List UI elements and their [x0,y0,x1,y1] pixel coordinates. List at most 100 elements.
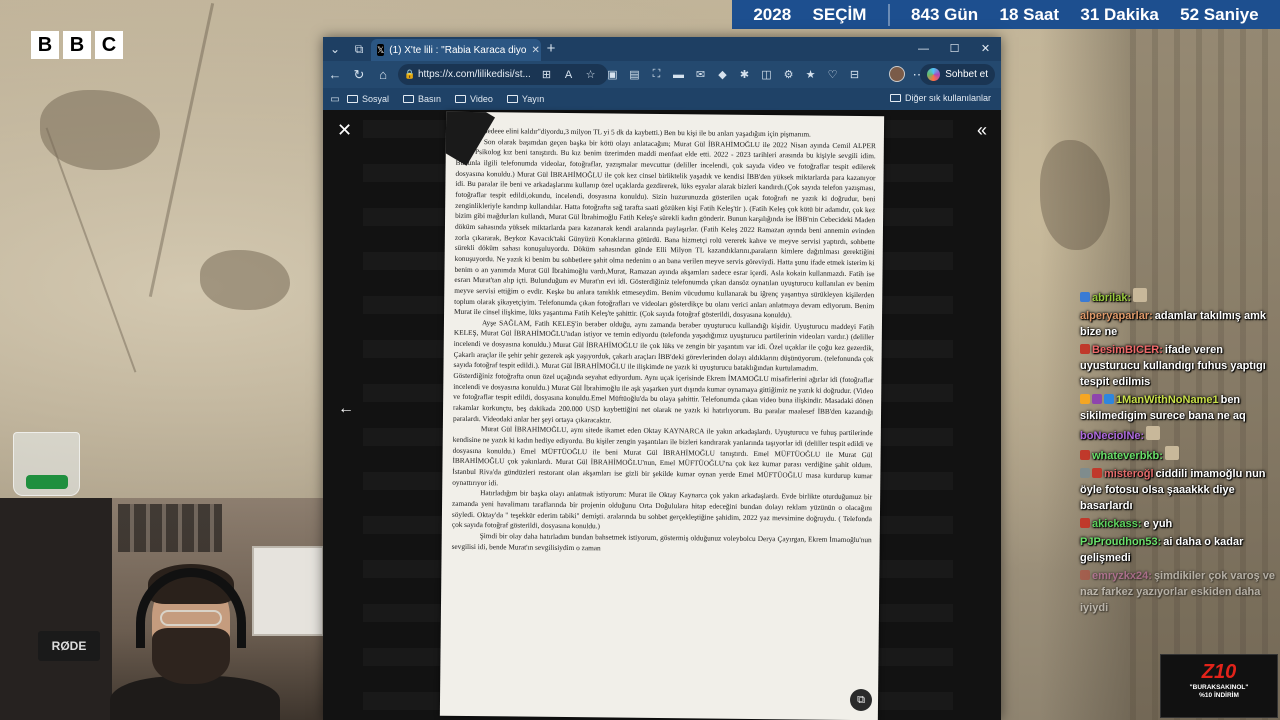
document-photo: bakarak "dedeee elini kaldır"diyordu,3 m… [439,111,885,720]
collapse-sidebar-icon[interactable]: « [977,120,987,141]
document-paragraph: Ayşe SAĞLAM, Fatih KELEŞ'in beraber oldu… [453,317,874,374]
favorite-label: Sosyal [362,94,390,104]
whiteboard [252,546,324,636]
tab-actions-icon[interactable]: ⌄ [323,42,347,56]
chat-username[interactable]: alperyaparlar: [1080,310,1153,322]
extension-icon[interactable]: ▤ [625,65,644,84]
refresh-icon[interactable]: ↻ [347,67,371,83]
home-icon[interactable]: ⌂ [371,67,395,82]
favorite-folder[interactable]: Sosyal [347,94,389,104]
performance-icon[interactable]: ⚙ [779,65,798,84]
split-screen-icon[interactable]: ◫ [757,65,776,84]
logo-letter: B [31,31,59,59]
new-tab-icon[interactable]: + [541,40,561,57]
chat-username[interactable]: boNeciolNe: [1080,430,1144,442]
folder-icon [455,95,467,103]
logo-letter: C [95,31,123,59]
countdown-days: 843 Gün [911,4,979,24]
chat-message: misteroğl ciddili imamoğlu nun öyle fotos… [1080,466,1276,514]
apps-icon[interactable]: ⊞ [537,65,556,84]
extension-icon[interactable]: ✉ [691,65,710,84]
chat-emote-icon [1146,426,1161,440]
chat-username[interactable]: whateverbkb: [1092,450,1163,462]
chat-username[interactable]: abrilak: [1092,292,1131,304]
extensions-puzzle-icon[interactable]: ✱ [735,65,754,84]
chat-emote-icon [1133,288,1148,302]
chat-badge-icon [1080,292,1090,302]
sponsor-logo-text: Z10 [1201,661,1237,683]
glass-cup [13,432,80,496]
close-viewer-icon[interactable]: ✕ [337,120,352,141]
chat-message: BesimBICER: ifade veren uyusturucu kullan… [1080,342,1276,390]
copilot-chat-button[interactable]: Sohbet et [920,64,995,85]
chat-badge-icon [1080,450,1090,460]
chat-username[interactable]: 1ManWithNoName1 [1116,394,1219,406]
favorite-star-icon[interactable]: ☆ [581,65,600,84]
browser-window: ⌄ ⧉ 𝕏 (1) X'te lili : "Rabia Karaca diyo… [323,37,1001,720]
back-icon[interactable]: ← [323,67,347,82]
chat-emote-icon [1164,446,1179,460]
chat-username[interactable]: misteroğl [1104,468,1154,480]
chat-badge-icon [1080,344,1090,354]
chat-username[interactable]: emryzkx24: [1092,570,1152,582]
favorite-folder[interactable]: Basın [403,94,441,104]
divider [887,3,890,26]
tab-close-icon[interactable]: ✕ [531,45,539,56]
chat-username[interactable]: akickass: [1092,518,1142,530]
chat-message: 1ManWithNoName1 ben sikilmedigim surece b… [1080,392,1276,424]
lock-icon: 🔒 [404,69,416,79]
document-paragraph: Son olarak başımdan geçen başka bir kötü… [454,136,876,320]
bbc-logo: B B C [31,31,123,59]
chat-message: boNeciolNe: [1080,426,1276,444]
election-countdown-bar: 2028 SEÇİM 843 Gün 18 Saat 31 Dakika 52 … [732,0,1280,29]
profile-avatar[interactable] [889,66,905,82]
favorites-toggle-icon[interactable]: ▭ [323,94,347,105]
maximize-icon[interactable]: ☐ [939,37,970,61]
extension-icon[interactable]: ▣ [603,65,622,84]
minimize-icon[interactable]: — [908,37,939,61]
title-bar: ⌄ ⧉ 𝕏 (1) X'te lili : "Rabia Karaca diyo… [323,37,1001,61]
other-favorites[interactable]: Diğer sık kullanılanlar [889,93,991,103]
window-controls: — ☐ ✕ [908,37,1001,61]
folder-icon [347,95,358,103]
chat-badge-icon [1104,394,1114,404]
translate-image-icon[interactable]: ⧉ [850,689,872,711]
logo-letter: B [63,31,91,59]
chat-username[interactable]: BesimBICER: [1092,344,1163,356]
url-text: https://x.com/lilikedisi/st... [418,69,531,80]
workspaces-icon[interactable]: ⧉ [347,42,371,57]
chat-badge-icon [1080,468,1090,478]
countdown-minutes: 31 Dakika [1080,4,1159,24]
document-paragraph: Hatırladığım bir başka olayı anlatmak is… [451,488,873,531]
previous-image-icon[interactable]: ← [338,400,354,418]
document-paragraph: Gösterdiğiniz fotoğrafta onun özel uçağı… [452,370,874,425]
folder-icon [403,95,415,103]
copilot-icon [927,68,941,81]
sponsor-logo: Z10 [1161,661,1277,684]
countdown-label: SEÇİM [812,4,867,24]
browser-tab[interactable]: 𝕏 (1) X'te lili : "Rabia Karaca diyo ✕ [371,39,541,61]
x-logo-icon: 𝕏 [377,44,385,56]
chat-message: whateverbkb: [1080,446,1276,464]
extension-icon[interactable]: ◆ [713,65,732,84]
folder-icon [506,95,518,103]
chat-badge-icon [1092,394,1102,404]
address-bar-row: ← ↻ ⌂ 🔒 https://x.com/lilikedisi/st... ⊞… [323,61,1001,88]
extension-icon[interactable]: ▬ [669,65,688,84]
promo-code: "BURAKSAKINOL" [1189,684,1249,691]
favorite-label: Yayın [521,94,545,104]
chat-badge-icon [1092,468,1102,478]
collections-icon[interactable]: ⊟ [845,65,864,84]
media-viewer: ✕ « ← bakarak "dedeee elini kaldır"diyor… [323,110,1001,720]
chat-badge-icon [1080,570,1090,580]
read-aloud-icon[interactable]: A [559,65,578,84]
chat-username[interactable]: PJProudhon53: [1080,536,1161,548]
microphone: RØDE [38,631,100,661]
favorite-folder[interactable]: Yayın [506,94,545,104]
browser-essentials-icon[interactable]: ♡ [823,65,842,84]
document-text: bakarak "dedeee elini kaldır"diyordu,3 m… [452,126,876,557]
favorite-folder[interactable]: Video [455,94,493,104]
close-icon[interactable]: ✕ [970,37,1001,61]
extension-icon[interactable]: ⛶ [647,65,666,84]
favorites-icon[interactable]: ★ [801,65,820,84]
